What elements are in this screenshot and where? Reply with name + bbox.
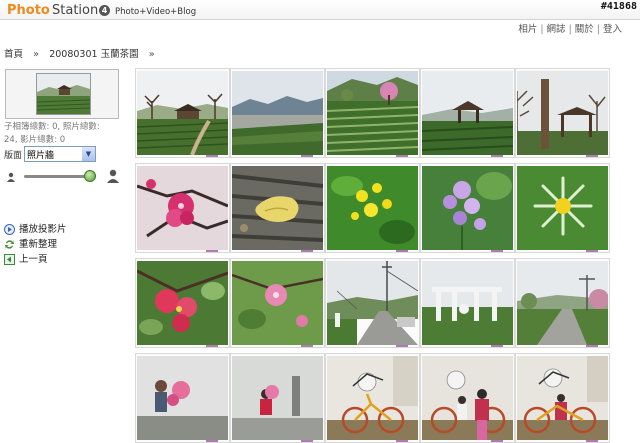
breadcrumb-separator: » (33, 49, 40, 60)
album-cover-frame (5, 69, 119, 119)
app-header: Photo Station 4 Photo+Video+Blog #41868 (0, 0, 640, 20)
breadcrumb-album[interactable]: 20080301 玉蘭茶園 (49, 49, 138, 60)
play-icon (4, 224, 15, 235)
photo-thumbnail[interactable] (230, 163, 325, 253)
top-nav: 相片 | 網誌 | 關於 | 登入 (518, 21, 622, 35)
chevron-down-icon[interactable]: ▼ (82, 147, 95, 161)
breadcrumb-home[interactable]: 首頁 (4, 49, 23, 60)
person-large-icon (107, 169, 119, 183)
breadcrumb: 首頁 » 20080301 玉蘭茶園 » (4, 46, 162, 60)
photo-marker (396, 250, 408, 252)
thumbnail-size-slider[interactable] (4, 169, 120, 185)
back-label: 上一頁 (19, 254, 48, 265)
nav-link-blog[interactable]: 網誌 (547, 24, 566, 35)
photo-thumbnail[interactable] (325, 353, 420, 443)
slider-handle[interactable] (84, 170, 97, 182)
slideshow-action[interactable]: 播放投影片 (4, 223, 67, 238)
photo-thumbnail[interactable] (135, 258, 230, 348)
photo-marker (586, 345, 598, 347)
slideshow-label: 播放投影片 (19, 224, 67, 235)
person-small-icon (7, 172, 15, 182)
photo-marker (206, 155, 218, 157)
photo-thumbnail[interactable] (420, 68, 515, 158)
photo-thumbnail[interactable] (515, 353, 610, 443)
refresh-label: 重新整理 (19, 239, 58, 250)
album-counts: 子相簿總數: 0, 照片總數: 24, 影片總數: 0 (4, 121, 129, 147)
photo-thumbnail[interactable] (515, 258, 610, 348)
counts-line-1: 子相簿總數: 0, 照片總數: (4, 122, 100, 132)
sidebar-actions: 播放投影片 重新整理 上一頁 (4, 223, 67, 268)
photo-thumbnail[interactable] (230, 68, 325, 158)
refresh-icon (5, 240, 14, 249)
nav-separator: | (568, 24, 572, 35)
photo-marker (491, 345, 503, 347)
refresh-action[interactable]: 重新整理 (4, 238, 67, 253)
photo-marker (491, 155, 503, 157)
album-cover-thumbnail[interactable] (36, 73, 91, 115)
photo-thumbnail[interactable] (325, 258, 420, 348)
version-badge: 4 (99, 5, 110, 16)
photo-thumbnail[interactable] (325, 68, 420, 158)
photo-marker (586, 155, 598, 157)
layout-label: 版面 (4, 151, 23, 161)
nav-separator: | (540, 24, 544, 35)
layout-select[interactable]: 照片牆 ▼ (24, 146, 96, 162)
logo-station-text[interactable]: Station (52, 3, 98, 18)
photo-thumbnail[interactable] (135, 163, 230, 253)
back-icon (4, 254, 15, 265)
photo-marker (301, 345, 313, 347)
nav-separator: | (596, 24, 600, 35)
layout-select-value: 照片牆 (27, 151, 55, 161)
photo-thumbnail[interactable] (325, 163, 420, 253)
photo-thumbnail[interactable] (420, 163, 515, 253)
logo-tagline: Photo+Video+Blog (115, 7, 197, 17)
nav-link-photos[interactable]: 相片 (518, 24, 537, 35)
photo-marker (491, 250, 503, 252)
photo-thumbnail[interactable] (135, 353, 230, 443)
photo-marker (396, 155, 408, 157)
back-action[interactable]: 上一頁 (4, 253, 67, 268)
photo-thumbnail[interactable] (135, 68, 230, 158)
photo-marker (301, 155, 313, 157)
photo-marker (396, 345, 408, 347)
photo-marker (301, 250, 313, 252)
photo-thumbnail[interactable] (230, 353, 325, 443)
photo-thumbnail[interactable] (515, 68, 610, 158)
photo-marker (206, 250, 218, 252)
photo-thumbnail[interactable] (420, 258, 515, 348)
photo-marker (586, 250, 598, 252)
breadcrumb-separator: » (148, 49, 155, 60)
nav-link-login[interactable]: 登入 (603, 24, 622, 35)
photo-thumbnail[interactable] (420, 353, 515, 443)
logo-photo-text[interactable]: Photo (7, 3, 50, 18)
photo-marker (206, 345, 218, 347)
watermark-number: #41868 (600, 1, 637, 12)
photo-thumbnail[interactable] (515, 163, 610, 253)
nav-link-about[interactable]: 關於 (575, 24, 594, 35)
photo-thumbnail[interactable] (230, 258, 325, 348)
